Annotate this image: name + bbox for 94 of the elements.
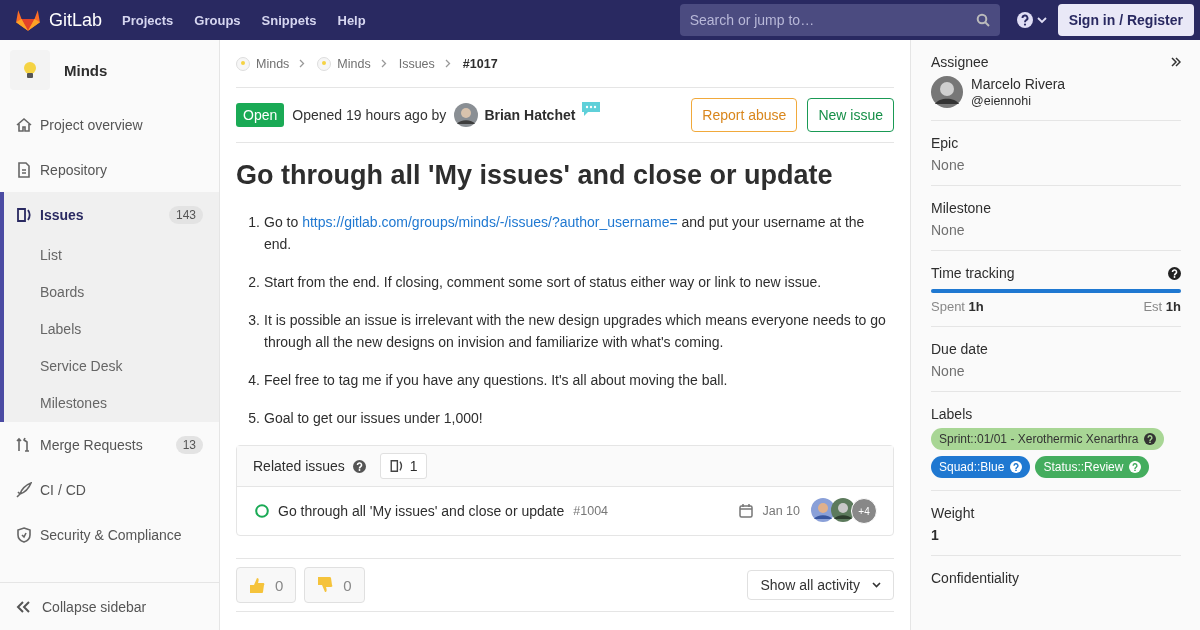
- fox-logo-icon[interactable]: [15, 8, 41, 32]
- merge-request-icon: [16, 436, 32, 453]
- breadcrumb-link[interactable]: Issues: [398, 56, 435, 71]
- sidebar-subitem[interactable]: Service Desk: [0, 348, 219, 385]
- issues-icon: [16, 206, 32, 223]
- help-icon[interactable]: [352, 459, 366, 473]
- nav-link[interactable]: Projects: [122, 12, 174, 28]
- thumbs-down-icon: [317, 576, 334, 594]
- breadcrumb-link[interactable]: Minds: [337, 56, 371, 71]
- user-avatar[interactable]: [454, 103, 479, 127]
- list-number: 4.: [247, 371, 260, 390]
- open-status-icon: [255, 504, 269, 518]
- project-name[interactable]: Minds: [64, 61, 108, 79]
- nav-link[interactable]: Snippets: [261, 12, 317, 28]
- nav-link[interactable]: Groups: [194, 12, 241, 28]
- related-count-badge: 1: [379, 453, 427, 479]
- user-avatar[interactable]: [831, 498, 855, 522]
- label-tag[interactable]: Sprint::01/01 - Xerothermic Xenarthra: [931, 428, 1165, 450]
- help-icon: [1129, 461, 1142, 473]
- list-item-text: It is possible an issue is irrelevant with the new design upgrades which means everyone needs to go through all the new designs on invision and familiarize with what's coming.: [264, 311, 887, 352]
- author-link[interactable]: Brian Hatchet: [484, 107, 576, 123]
- breadcrumb-link[interactable]: #1017: [462, 56, 498, 71]
- new-issue-button[interactable]: New issue: [807, 98, 894, 132]
- calendar-icon: [739, 504, 754, 518]
- assignee-handle: @eiennohi: [971, 94, 1032, 108]
- sidebar-item[interactable]: CI / CD: [0, 467, 219, 512]
- assignee-name[interactable]: Marcelo Rivera: [971, 76, 1066, 92]
- sidebar-item[interactable]: Repository: [0, 147, 219, 192]
- count-badge: 143: [168, 205, 203, 224]
- search-field[interactable]: Search or jump to…: [679, 4, 1000, 36]
- chevron-right-icon: [380, 59, 387, 68]
- more-avatars-badge[interactable]: +4: [851, 498, 877, 524]
- field-label: Time tracking: [931, 265, 1015, 281]
- double-chevron-left-icon: [16, 600, 30, 613]
- related-issue-link[interactable]: Go through all 'My issues' and close or update: [278, 503, 565, 519]
- due-date: Jan 10: [762, 504, 800, 518]
- field-label: Assignee: [931, 54, 989, 70]
- time-spent: Spent 1h: [931, 299, 984, 314]
- issue-reference: #1004: [573, 504, 609, 518]
- chevron-right-icon: [299, 59, 306, 68]
- user-avatar[interactable]: [931, 76, 963, 108]
- document-icon: [16, 161, 32, 178]
- issue-title: Go through all 'My issues' and close or update: [236, 160, 834, 191]
- chevron-right-icon: [444, 59, 451, 68]
- search-icon: [975, 13, 990, 27]
- list-item-text: Feel free to tag me if you have any questions. It's all about moving the ball.: [264, 371, 728, 390]
- shield-icon: [16, 526, 32, 543]
- breadcrumb-link[interactable]: Minds: [256, 56, 290, 71]
- list-item-text: Goal to get our issues under 1,000!: [264, 409, 483, 428]
- list-number: 1.: [247, 213, 260, 232]
- opened-text: Opened 19 hours ago by: [292, 107, 447, 123]
- activity-filter-dropdown[interactable]: Show all activity: [747, 570, 894, 600]
- help-dropdown-icon[interactable]: [1015, 11, 1048, 29]
- count-badge: 13: [175, 435, 203, 454]
- field-label: Due date: [931, 341, 989, 357]
- sidebar-subitem[interactable]: List: [0, 237, 219, 274]
- sidebar-item[interactable]: Project overview: [0, 102, 219, 147]
- brand-name[interactable]: GitLab: [49, 9, 103, 31]
- help-icon: [1144, 433, 1157, 445]
- sidebar-subitem[interactable]: Boards: [0, 274, 219, 311]
- sign-in-button[interactable]: Sign in / Register: [1057, 4, 1194, 36]
- thumbs-up-icon: [249, 576, 265, 594]
- sidebar-item[interactable]: Merge Requests 13: [0, 422, 219, 467]
- sidebar-subitem[interactable]: Labels: [0, 311, 219, 348]
- field-value: None: [931, 157, 966, 173]
- list-item-text: Go to https://gitlab.com/groups/minds/-/issues/?author_username= and put your username at the end.: [264, 213, 866, 254]
- issues-link[interactable]: https://gitlab.com/groups/minds/-/issues/?author_username=: [302, 214, 678, 230]
- field-label: Weight: [931, 505, 976, 521]
- sidebar-item[interactable]: Security & Compliance: [0, 512, 219, 557]
- field-value: None: [931, 222, 966, 238]
- home-icon: [16, 116, 32, 133]
- field-label: Labels: [931, 406, 974, 422]
- field-label: Milestone: [931, 200, 992, 216]
- sidebar-item[interactable]: Issues 143: [0, 192, 219, 237]
- list-number: 5.: [247, 409, 260, 428]
- chevron-down-icon: [872, 582, 881, 588]
- list-item-text: Start from the end. If closing, comment some sort of status either way or link to new issue.: [264, 273, 822, 292]
- field-label: Confidentiality: [931, 570, 1020, 586]
- label-tag[interactable]: Squad::Blue: [931, 456, 1031, 478]
- double-chevron-right-icon[interactable]: [1171, 57, 1181, 67]
- related-issues-heading: Related issues: [253, 458, 345, 474]
- help-icon: [1010, 461, 1023, 473]
- issues-icon: [388, 459, 404, 473]
- help-icon[interactable]: [1168, 266, 1181, 280]
- status-badge: Open: [236, 103, 285, 127]
- list-number: 2.: [247, 273, 260, 292]
- field-value: None: [931, 363, 966, 379]
- field-label: Epic: [931, 135, 960, 151]
- list-number: 3.: [247, 311, 260, 330]
- sidebar-subitem[interactable]: Milestones: [0, 385, 219, 422]
- chat-bubble-icon: [581, 101, 602, 117]
- field-value: 1: [931, 527, 940, 543]
- time-estimate: Est 1h: [1143, 299, 1181, 314]
- nav-link[interactable]: Help: [337, 12, 366, 28]
